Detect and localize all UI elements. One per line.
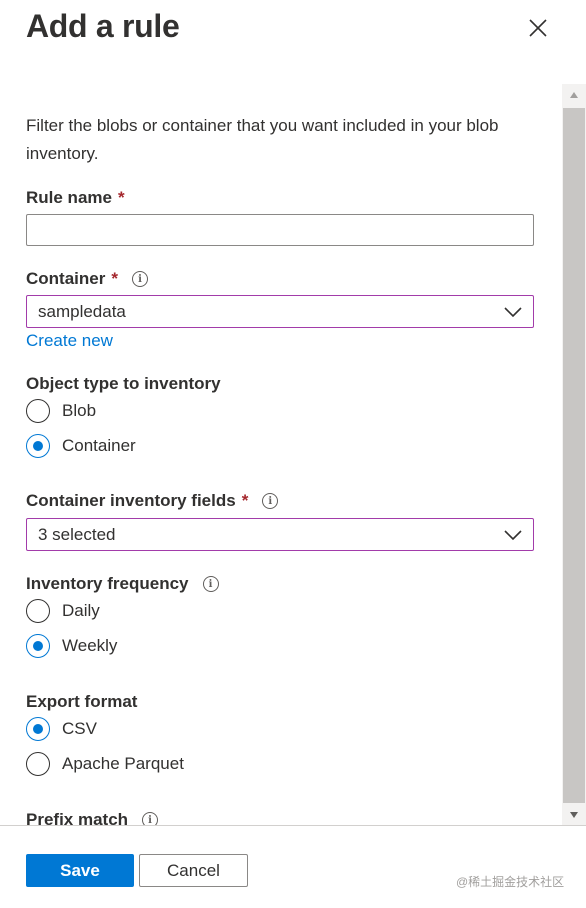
required-mark: * — [111, 269, 118, 288]
inventory-fields-selected: 3 selected — [38, 524, 116, 544]
prefix-match-label: Prefix match i — [26, 810, 159, 825]
footer-divider — [0, 825, 586, 826]
radio-label: Daily — [62, 601, 100, 620]
inventory-fields-label: Container inventory fields * i — [26, 491, 279, 511]
radio-circle — [26, 599, 50, 623]
chevron-down-icon — [504, 307, 522, 318]
inventory-fields-dropdown[interactable]: 3 selected — [26, 518, 534, 551]
container-label-text: Container — [26, 269, 106, 288]
close-icon — [529, 19, 547, 37]
save-button[interactable]: Save — [26, 854, 134, 887]
radio-label: Apache Parquet — [62, 754, 184, 773]
radio-circle — [26, 717, 50, 741]
info-icon[interactable]: i — [262, 493, 279, 509]
export-format-label: Export format — [26, 692, 138, 711]
radio-label: CSV — [62, 719, 97, 738]
radio-container[interactable]: Container — [26, 434, 136, 458]
form-description: Filter the blobs or container that you w… — [26, 116, 499, 163]
chevron-down-icon — [504, 530, 522, 541]
create-new-link[interactable]: Create new — [26, 331, 113, 351]
scrollbar[interactable] — [562, 84, 586, 826]
radio-parquet[interactable]: Apache Parquet — [26, 752, 184, 776]
radio-circle — [26, 434, 50, 458]
container-label: Container * i — [26, 269, 148, 289]
info-icon[interactable]: i — [131, 271, 148, 287]
radio-blob[interactable]: Blob — [26, 399, 96, 423]
radio-label: Weekly — [62, 636, 118, 655]
radio-csv[interactable]: CSV — [26, 717, 97, 741]
frequency-label-text: Inventory frequency — [26, 574, 189, 593]
required-mark: * — [241, 491, 249, 510]
info-icon[interactable]: i — [202, 576, 219, 592]
object-type-label: Object type to inventory — [26, 374, 221, 393]
prefix-match-label-text: Prefix match — [26, 810, 129, 825]
inventory-fields-label-text: Container inventory fields — [26, 491, 236, 510]
caret-up-icon — [570, 92, 578, 98]
frequency-label: Inventory frequency i — [26, 574, 219, 594]
container-dropdown[interactable]: sampledata — [26, 295, 534, 328]
close-button[interactable] — [524, 14, 552, 42]
scroll-down-button[interactable] — [562, 804, 586, 826]
radio-circle — [26, 399, 50, 423]
info-icon[interactable]: i — [142, 812, 159, 825]
panel-title: Add a rule — [26, 8, 180, 44]
caret-down-icon — [570, 812, 578, 818]
radio-circle — [26, 752, 50, 776]
watermark: @稀土掘金技术社区 — [456, 875, 565, 889]
rule-name-label-text: Rule name — [26, 188, 112, 207]
radio-weekly[interactable]: Weekly — [26, 634, 117, 658]
scroll-up-button[interactable] — [562, 84, 586, 106]
required-mark: * — [117, 188, 125, 207]
container-selected: sampledata — [38, 301, 126, 321]
rule-name-label: Rule name * — [26, 188, 125, 208]
radio-label: Container — [62, 436, 136, 455]
cancel-button[interactable]: Cancel — [139, 854, 248, 887]
radio-circle — [26, 634, 50, 658]
scrollbar-thumb[interactable] — [563, 108, 585, 803]
form-content[interactable]: Filter the blobs or container that you w… — [0, 80, 562, 825]
radio-daily[interactable]: Daily — [26, 599, 100, 623]
rule-name-input[interactable] — [26, 214, 534, 246]
radio-label: Blob — [62, 401, 97, 420]
